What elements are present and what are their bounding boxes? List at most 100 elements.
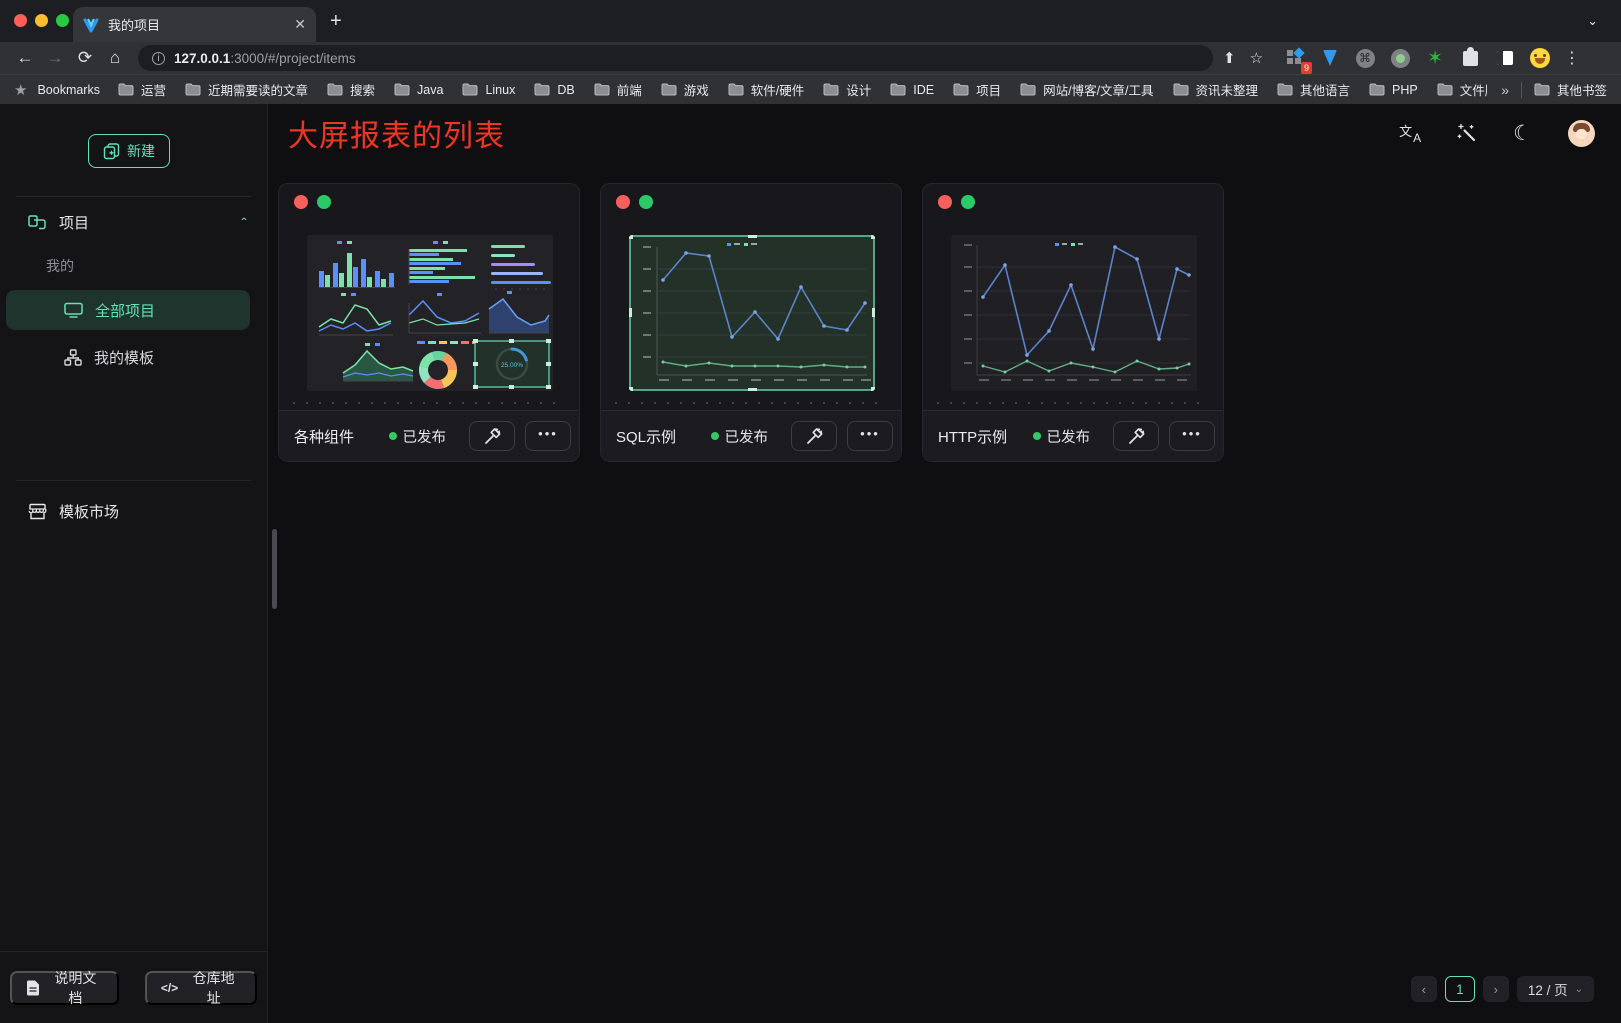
tab-search-chevron-icon[interactable]: ⌄ [1587, 13, 1598, 29]
prev-page-button[interactable]: ‹ [1411, 976, 1437, 1002]
hammer-icon [1128, 428, 1145, 445]
tab-close-icon[interactable]: ✕ [294, 16, 306, 33]
bookmark-folder[interactable]: 前端 [594, 80, 642, 99]
bookmark-star-icon[interactable]: ☆ [1250, 49, 1263, 67]
user-avatar[interactable] [1568, 120, 1595, 147]
status-dot [389, 432, 397, 440]
bookmark-folder[interactable]: Linux [462, 83, 515, 97]
forward-button[interactable]: → [40, 48, 70, 68]
proxy-extension-icon[interactable]: 9 [1285, 48, 1305, 68]
more-actions-button[interactable]: ••• [1169, 421, 1215, 451]
sidebar-item-my-templates[interactable]: 我的模板 [6, 337, 250, 377]
sidebar-footer: 说明文档 </> 仓库地址 [0, 951, 267, 1023]
project-card-sql[interactable]: SQL示例 已发布 ••• [600, 183, 902, 462]
command-extension-icon[interactable]: ⌘ [1355, 48, 1375, 68]
recorder-extension-icon[interactable] [1390, 48, 1410, 68]
site-info-icon[interactable]: i [152, 52, 165, 65]
reload-button[interactable]: ⟳ [70, 48, 100, 68]
bookmark-folder[interactable]: 运营 [118, 80, 166, 99]
status-dot [1033, 432, 1041, 440]
vue-devtools-icon[interactable] [1320, 48, 1340, 68]
profile-avatar-icon[interactable] [1530, 48, 1550, 68]
sidebar-sub-label: 我的 [46, 256, 74, 276]
folder-icon [594, 83, 610, 96]
bookmarks-overflow-chevrons[interactable]: » [1501, 82, 1509, 98]
bookmark-folder[interactable]: PHP [1369, 83, 1418, 97]
more-actions-button[interactable]: ••• [847, 421, 893, 451]
bookmarks-star-icon[interactable]: ★ [14, 81, 27, 99]
bookmarks-divider [1521, 82, 1522, 98]
folder-icon [1437, 83, 1453, 96]
docs-button[interactable]: 说明文档 [10, 971, 119, 1005]
folder-icon [1277, 83, 1293, 96]
project-card-list: 25.00% 各种组件 已发布 [278, 183, 1224, 462]
favicon-icon [83, 17, 99, 33]
sidebar-divider [16, 196, 251, 197]
sidebar-item-all-projects[interactable]: 全部项目 [6, 290, 250, 330]
edit-hammer-button[interactable] [469, 421, 515, 451]
folder-icon [185, 83, 201, 96]
bookmark-folder[interactable]: 其他语言 [1277, 80, 1350, 99]
bookmark-folder[interactable]: 设计 [823, 80, 871, 99]
bookmarks-right: » 其他书签 [1501, 80, 1607, 99]
minimize-window-button[interactable] [35, 14, 48, 27]
back-button[interactable]: ← [10, 48, 40, 68]
browser-window: 我的项目 ✕ + ⌄ ← → ⟳ ⌂ i 127.0.0.1:3000/#/pr… [0, 0, 1621, 1023]
other-bookmarks-folder[interactable]: 其他书签 [1534, 80, 1607, 99]
bookmarks-root-label[interactable]: Bookmarks [37, 83, 100, 97]
project-thumbnail [629, 235, 875, 391]
bookmark-folder[interactable]: 资讯未整理 [1173, 80, 1259, 99]
language-icon[interactable]: 文A [1399, 123, 1421, 143]
scrollbar-thumb[interactable] [272, 529, 277, 609]
bookmark-folder[interactable]: 近期需要读的文章 [185, 80, 308, 99]
card-traffic-dots [616, 195, 653, 209]
side-panel-icon[interactable] [1495, 48, 1515, 68]
folder-icon [394, 83, 410, 96]
address-bar[interactable]: i 127.0.0.1:3000/#/project/items [138, 45, 1213, 71]
publish-status: 已发布 [389, 426, 447, 447]
sidebar-group-projects[interactable]: 项目 ⌃ [28, 207, 249, 237]
current-page-button[interactable]: 1 [1445, 976, 1475, 1002]
project-card-components[interactable]: 25.00% 各种组件 已发布 [278, 183, 580, 462]
browser-toolbar: ← → ⟳ ⌂ i 127.0.0.1:3000/#/project/items… [0, 42, 1621, 74]
new-project-button[interactable]: 新建 [88, 134, 170, 168]
chevron-up-icon[interactable]: ⌃ [239, 216, 249, 229]
extensions-puzzle-icon[interactable] [1460, 48, 1480, 68]
browser-menu-icon[interactable]: ⋮ [1564, 48, 1580, 68]
pagination: ‹ 1 › 12 / 页 ⌄ [1411, 976, 1594, 1002]
edit-hammer-button[interactable] [791, 421, 837, 451]
more-actions-button[interactable]: ••• [525, 421, 571, 451]
card-traffic-dots [294, 195, 331, 209]
bookmark-folder[interactable]: 网站/博客/文章/工具 [1020, 80, 1153, 99]
bookmark-folder[interactable]: 文件服务器 [1437, 80, 1487, 99]
publish-status: 已发布 [1033, 426, 1091, 447]
bookmark-folder[interactable]: 搜索 [327, 80, 375, 99]
document-icon [26, 980, 40, 996]
bookmark-folder[interactable]: 游戏 [661, 80, 709, 99]
page-size-select[interactable]: 12 / 页 ⌄ [1517, 976, 1594, 1002]
thumbnail-dotted-edge [937, 402, 1209, 404]
bookmark-folder[interactable]: DB [534, 83, 574, 97]
bookmark-folder[interactable]: IDE [890, 83, 934, 97]
bookmark-folder[interactable]: Java [394, 83, 443, 97]
folder-icon [462, 83, 478, 96]
green-star-extension-icon[interactable]: ✶ [1425, 48, 1445, 68]
bookmark-folder[interactable]: 软件/硬件 [728, 80, 804, 99]
dark-mode-moon-icon[interactable]: ☾ [1513, 121, 1532, 146]
browser-tab[interactable]: 我的项目 ✕ [73, 7, 316, 42]
home-button[interactable]: ⌂ [100, 48, 130, 68]
hammer-icon [806, 428, 823, 445]
close-window-button[interactable] [14, 14, 27, 27]
zoom-window-button[interactable] [56, 14, 69, 27]
sidebar-item-template-market[interactable]: 模板市场 [28, 496, 119, 526]
share-icon[interactable]: ⬆ [1223, 49, 1236, 67]
edit-hammer-button[interactable] [1113, 421, 1159, 451]
repo-button[interactable]: </> 仓库地址 [145, 971, 257, 1005]
next-page-button[interactable]: › [1483, 976, 1509, 1002]
traffic-lights [14, 14, 69, 27]
new-tab-button[interactable]: + [330, 11, 342, 31]
chevron-down-icon: ⌄ [1575, 984, 1583, 995]
bookmark-folder[interactable]: 项目 [953, 80, 1001, 99]
magic-wand-icon[interactable] [1457, 123, 1477, 143]
project-card-http[interactable]: HTTP示例 已发布 ••• [922, 183, 1224, 462]
